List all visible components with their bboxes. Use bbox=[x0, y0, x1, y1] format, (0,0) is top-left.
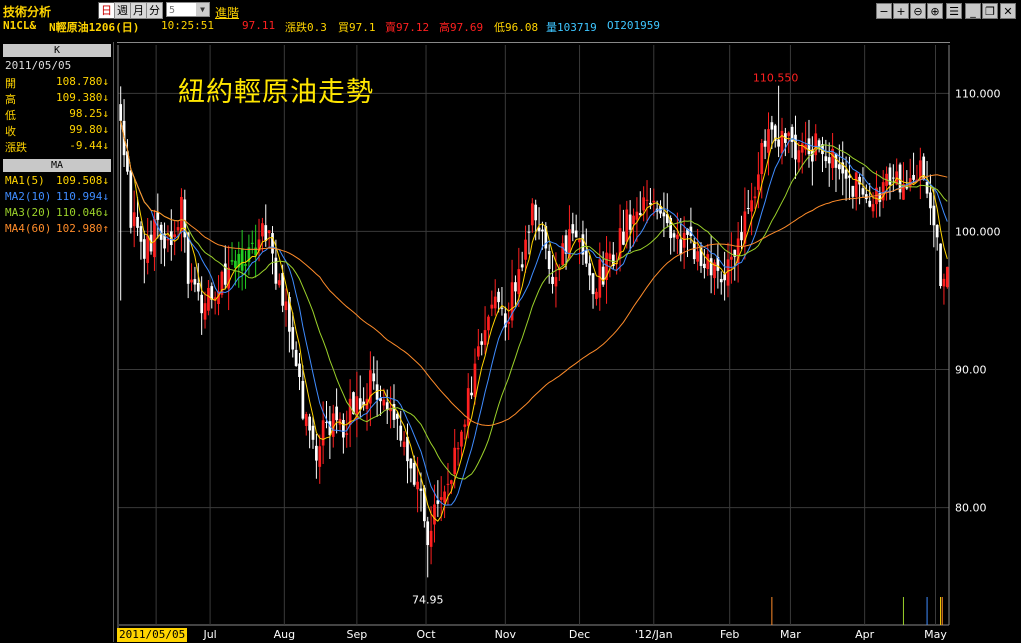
restore-icon[interactable]: ❐ bbox=[982, 3, 998, 19]
quote-name: N輕原油1206(日) bbox=[49, 21, 140, 34]
ohlc-row: 低 98.25↓ bbox=[5, 107, 109, 123]
ma-value: 110.046↓ bbox=[56, 206, 109, 219]
y-tick-label: 90.00 bbox=[955, 364, 987, 377]
selected-date-badge: 2011/05/05 bbox=[117, 628, 188, 642]
chart-area[interactable] bbox=[117, 42, 950, 643]
zoom-in-icon[interactable]: + bbox=[893, 3, 909, 19]
ohlc-value: -9.44↓ bbox=[69, 139, 109, 152]
ma-row: MA4(60) 102.980↑ bbox=[5, 222, 109, 238]
magnify-plus-icon[interactable]: ⊕ bbox=[927, 3, 943, 19]
quote-volume: 量103719 bbox=[546, 21, 597, 34]
k-section-header: K bbox=[3, 44, 111, 57]
ma-section-header: MA bbox=[3, 159, 111, 172]
ma-row: MA1(5) 109.508↓ bbox=[5, 174, 109, 190]
ohlc-label: 漲跌 bbox=[5, 141, 27, 154]
ohlc-label: 收 bbox=[5, 125, 16, 138]
ma-label: MA4(60) bbox=[5, 222, 52, 235]
ohlc-row: 高 109.380↓ bbox=[5, 91, 109, 107]
magnify-minus-icon[interactable]: ⊖ bbox=[910, 3, 926, 19]
ohlc-label: 開 bbox=[5, 77, 16, 90]
quote-low: 低96.08 bbox=[494, 21, 539, 34]
ma-row: MA3(20) 110.046↓ bbox=[5, 206, 109, 222]
ma-row: MA2(10) 110.994↓ bbox=[5, 190, 109, 206]
quote-last: 97.11 bbox=[242, 19, 276, 32]
ohlc-label: 高 bbox=[5, 93, 16, 106]
ma-label: MA2(10) bbox=[5, 190, 52, 203]
info-date: 2011/05/05 bbox=[5, 59, 109, 75]
ohlc-value: 99.80↓ bbox=[69, 123, 109, 136]
ma-label: MA3(20) bbox=[5, 206, 52, 219]
ma-value: 110.994↓ bbox=[56, 190, 109, 203]
close-icon[interactable]: ✕ bbox=[1000, 3, 1016, 19]
ohlc-row: 漲跌 -9.44↓ bbox=[5, 139, 109, 155]
quote-change: 漲跌0.3 bbox=[285, 21, 327, 34]
ohlc-value: 109.380↓ bbox=[56, 91, 109, 104]
settings-icon[interactable]: ☰ bbox=[946, 3, 962, 19]
interval-select[interactable]: 5 ▼ bbox=[166, 2, 210, 17]
minimize-icon[interactable]: _ bbox=[965, 3, 981, 19]
title-bar: 技術分析 日 週 月 分 5 ▼ 進階 − + ⊖ ⊕ ☰ _ ❐ ✕ bbox=[0, 0, 1021, 20]
ohlc-value: 98.25↓ bbox=[69, 107, 109, 120]
ma-value: 109.508↓ bbox=[56, 174, 109, 187]
y-tick-label: 110.000 bbox=[955, 87, 1001, 100]
period-day-tab[interactable]: 日 bbox=[98, 2, 115, 19]
ma-value: 102.980↑ bbox=[56, 222, 109, 235]
period-week-tab[interactable]: 週 bbox=[114, 2, 131, 19]
ohlc-value: 108.780↓ bbox=[56, 75, 109, 88]
period-minute-tab[interactable]: 分 bbox=[146, 2, 163, 19]
ma-label: MA1(5) bbox=[5, 174, 45, 187]
app-title: 技術分析 bbox=[3, 5, 52, 19]
advanced-link[interactable]: 進階 bbox=[215, 4, 239, 21]
quote-bid: 買97.1 bbox=[338, 21, 376, 34]
ohlc-label: 低 bbox=[5, 109, 16, 122]
info-panel: K 2011/05/05 開 108.780↓ 高 109.380↓ 低 98.25↓ 收 9… bbox=[0, 42, 114, 642]
quote-high: 高97.69 bbox=[439, 21, 484, 34]
chart-title: 紐約輕原油走勢 bbox=[178, 77, 374, 108]
ohlc-row: 開 108.780↓ bbox=[5, 75, 109, 91]
info-date-value: 2011/05/05 bbox=[5, 59, 72, 72]
ohlc-row: 收 99.80↓ bbox=[5, 123, 109, 139]
y-tick-label: 100.000 bbox=[955, 225, 1001, 238]
zoom-out-icon[interactable]: − bbox=[876, 3, 892, 19]
interval-value: 5 bbox=[169, 5, 176, 16]
period-month-tab[interactable]: 月 bbox=[130, 2, 147, 19]
quote-time: 10:25:51 bbox=[161, 19, 214, 32]
quote-open-interest: OI201959 bbox=[607, 19, 660, 32]
quote-symbol: N1CL& bbox=[3, 19, 37, 32]
chevron-down-icon[interactable]: ▼ bbox=[196, 3, 209, 16]
y-tick-label: 80.00 bbox=[955, 502, 987, 515]
quote-ask: 賣97.12 bbox=[385, 21, 430, 34]
